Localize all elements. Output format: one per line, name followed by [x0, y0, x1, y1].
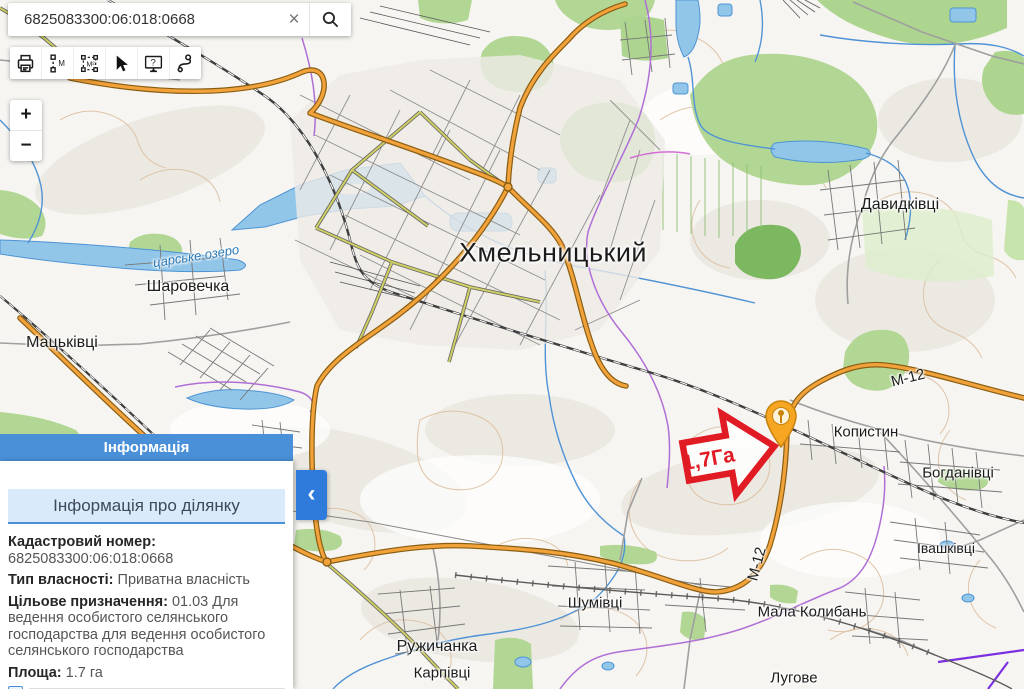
screen-help-icon: ? [143, 53, 164, 74]
map-toolbar: M M² ? [10, 47, 201, 79]
parcel-fields: Кадастровий номер: 6825083300:06:018:066… [8, 534, 285, 689]
field-value: 6825083300:06:018:0668 [8, 551, 173, 567]
field-area: Площа: 1.7 га [8, 665, 285, 682]
field-cadastral-number: Кадастровий номер: 6825083300:06:018:066… [8, 534, 285, 567]
field-value: 1.7 га [66, 665, 103, 681]
collapse-panel-button[interactable]: ‹ [296, 470, 327, 520]
field-label: Площа: [8, 665, 62, 681]
select-cursor-button[interactable] [106, 47, 137, 79]
route-button[interactable] [170, 47, 201, 79]
printer-icon [15, 53, 36, 74]
measure-area-button[interactable]: M² [74, 47, 105, 79]
search-icon [321, 10, 340, 29]
field-label: Кадастровий номер: [8, 534, 156, 550]
cadastral-number-input[interactable] [8, 11, 279, 28]
field-value: Приватна власність [118, 572, 250, 588]
info-panel: Інформація про ділянку Кадастровий номер… [0, 461, 293, 689]
map-label-village: Копистин [834, 424, 899, 441]
zoom-control: + − [10, 100, 42, 161]
zoom-out-button[interactable]: − [10, 131, 42, 161]
map-label-village: Мала Колибань [758, 604, 867, 621]
map-label-village: Шумівці [568, 595, 623, 612]
help-button[interactable]: ? [138, 47, 169, 79]
map-label-village: Івашківці [917, 540, 975, 556]
map-label-village: Шаровечка [147, 278, 230, 296]
search-button[interactable] [310, 3, 351, 36]
map-label-village: Карпівці [414, 665, 471, 682]
search-bar: × [8, 3, 351, 36]
field-ownership-type: Тип власності: Приватна власність [8, 572, 285, 589]
route-icon [175, 53, 196, 74]
map-label-village: Давидківці [861, 196, 939, 214]
map-label-city: Хмельницький [459, 238, 647, 269]
svg-text:?: ? [150, 57, 155, 68]
map-label-village: Богданівці [922, 465, 994, 482]
svg-text:M: M [58, 59, 65, 68]
chevron-left-icon: ‹ [308, 482, 316, 506]
map-label-village: Мацьківці [26, 334, 98, 352]
print-button[interactable] [10, 47, 41, 79]
map-label-village: Лугове [770, 670, 817, 687]
zoom-in-button[interactable]: + [10, 100, 42, 130]
tab-parcel-info[interactable]: Інформація про ділянку [8, 489, 285, 524]
clear-search-icon[interactable]: × [279, 3, 309, 36]
cadastral-map-app: Хмельницький Шаровечка Мацьківці Давидкі… [0, 0, 1024, 689]
measure-distance-icon: M [47, 53, 68, 74]
map-label-village: Ружичанка [397, 638, 478, 656]
field-designated-purpose: Цільове призначення: 01.03 Для ведення о… [8, 594, 285, 660]
svg-text:M²: M² [86, 61, 95, 68]
measure-area-icon: M² [79, 53, 100, 74]
field-label: Цільове призначення: [8, 594, 168, 610]
cursor-icon [112, 54, 131, 73]
measure-distance-button[interactable]: M [42, 47, 73, 79]
info-panel-header[interactable]: Інформація [0, 434, 293, 461]
area-annotation-arrow: 1,7Га [670, 396, 790, 513]
field-label: Тип власності: [8, 572, 114, 588]
